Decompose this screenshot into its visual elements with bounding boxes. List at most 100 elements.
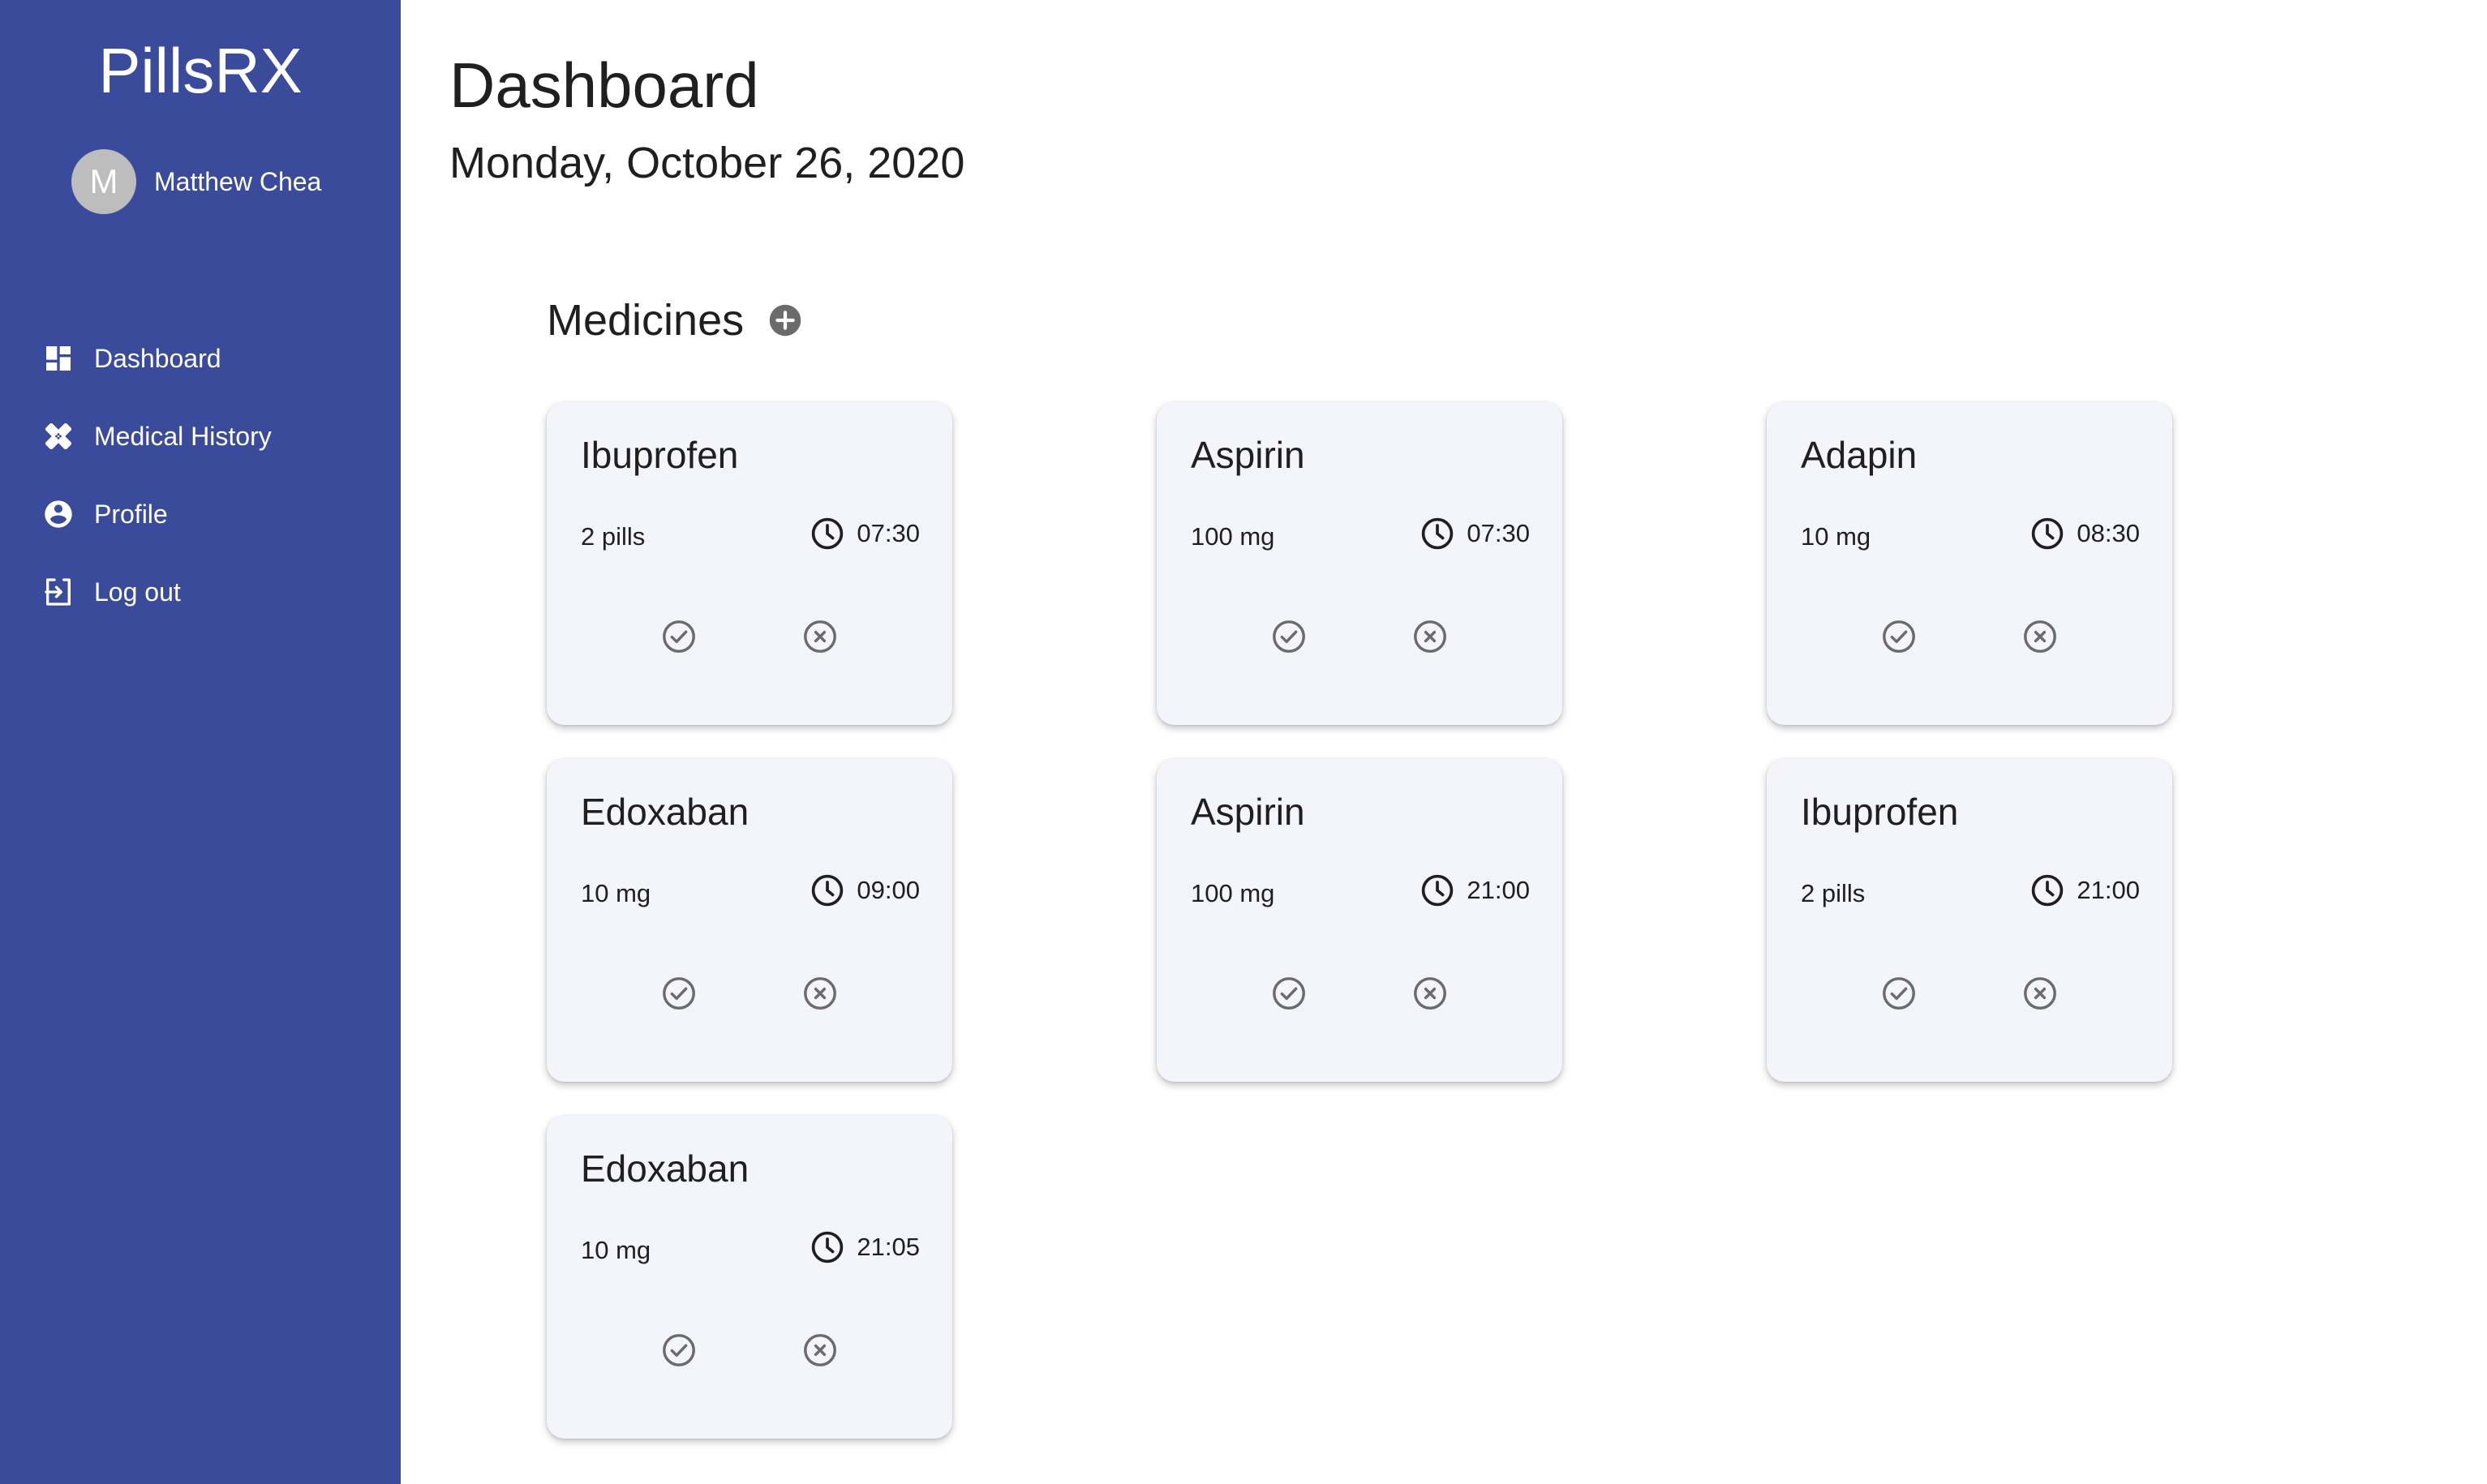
- medicine-name: Adapin: [1801, 434, 1918, 476]
- avatar: M: [71, 149, 136, 214]
- check-circle-icon: [1273, 977, 1305, 1010]
- medicine-name: Aspirin: [1191, 434, 1305, 476]
- card-actions: [1157, 975, 1562, 1012]
- medicines-header: Medicines: [547, 295, 802, 345]
- dashboard-icon: [42, 342, 75, 375]
- medicine-dose: 10 mg: [581, 1236, 651, 1264]
- clock-icon: [2030, 873, 2065, 908]
- mark-taken-button[interactable]: [660, 975, 698, 1012]
- medicine-dose: 100 mg: [1191, 879, 1275, 907]
- user-name: Matthew Chea: [154, 166, 322, 196]
- medicine-card: Ibuprofen 2 pills 07:30: [547, 402, 952, 725]
- check-circle-icon: [663, 977, 695, 1010]
- medicine-grid: Ibuprofen 2 pills 07:30 Aspirin 100 mg 0…: [547, 402, 2172, 1439]
- medicine-time: 07:30: [810, 516, 920, 551]
- user-info: M Matthew Chea: [71, 149, 321, 214]
- clock-icon: [1420, 873, 1455, 908]
- card-actions: [1767, 975, 2172, 1012]
- medicine-time: 21:00: [1420, 873, 1530, 908]
- card-actions: [547, 975, 952, 1012]
- mark-taken-button[interactable]: [1270, 618, 1308, 655]
- medicine-time-value: 09:00: [857, 876, 920, 904]
- medicine-time-value: 21:00: [2077, 876, 2140, 904]
- page-date: Monday, October 26, 2020: [449, 139, 965, 187]
- cancel-circle-icon: [804, 1334, 836, 1366]
- check-circle-icon: [1273, 620, 1305, 653]
- mark-taken-button[interactable]: [660, 618, 698, 655]
- mark-taken-button[interactable]: [660, 1332, 698, 1369]
- sidebar-item-logout[interactable]: Log out: [42, 553, 272, 631]
- check-circle-icon: [663, 620, 695, 653]
- sidebar-item-profile[interactable]: Profile: [42, 475, 272, 553]
- mark-skipped-button[interactable]: [801, 618, 839, 655]
- check-circle-icon: [1883, 977, 1915, 1010]
- main-content: Dashboard Monday, October 26, 2020 Medic…: [401, 0, 2487, 1484]
- mark-taken-button[interactable]: [1880, 618, 1918, 655]
- medicine-time: 21:05: [810, 1229, 920, 1265]
- cancel-circle-icon: [804, 620, 836, 653]
- medicine-name: Ibuprofen: [1801, 791, 1959, 833]
- add-circle-icon: [769, 304, 801, 337]
- medicine-dose: 2 pills: [581, 522, 646, 551]
- medicine-time-value: 21:00: [1467, 876, 1530, 904]
- medicine-name: Ibuprofen: [581, 434, 739, 476]
- card-actions: [547, 618, 952, 655]
- sidebar-item-medical-history[interactable]: Medical History: [42, 397, 272, 475]
- check-circle-icon: [1883, 620, 1915, 653]
- card-actions: [547, 1332, 952, 1369]
- sidebar-item-label: Profile: [94, 499, 168, 529]
- medicine-time-value: 07:30: [1467, 519, 1530, 547]
- medicine-name: Aspirin: [1191, 791, 1305, 833]
- medicine-dose: 10 mg: [1801, 522, 1871, 551]
- medicine-card: Adapin 10 mg 08:30: [1767, 402, 2172, 725]
- cancel-circle-icon: [2024, 620, 2056, 653]
- mark-skipped-button[interactable]: [2021, 618, 2059, 655]
- sidebar-nav: Dashboard Medical History Profile Log ou…: [42, 320, 272, 631]
- mark-skipped-button[interactable]: [1411, 975, 1449, 1012]
- cancel-circle-icon: [1414, 620, 1446, 653]
- sidebar-item-dashboard[interactable]: Dashboard: [42, 320, 272, 397]
- medicine-time: 09:00: [810, 873, 920, 908]
- mark-skipped-button[interactable]: [801, 975, 839, 1012]
- medicine-time: 08:30: [2030, 516, 2140, 551]
- medicine-time-value: 21:05: [857, 1233, 920, 1261]
- clock-icon: [2030, 516, 2065, 551]
- medicine-time-value: 07:30: [857, 519, 920, 547]
- cancel-circle-icon: [1414, 977, 1446, 1010]
- medicine-time-value: 08:30: [2077, 519, 2140, 547]
- mark-skipped-button[interactable]: [1411, 618, 1449, 655]
- clock-icon: [810, 1229, 845, 1265]
- medicine-name: Edoxaban: [581, 791, 750, 833]
- medicine-dose: 2 pills: [1801, 879, 1866, 907]
- medicine-time: 21:00: [2030, 873, 2140, 908]
- clock-icon: [810, 516, 845, 551]
- medicine-card: Aspirin 100 mg 07:30: [1157, 402, 1562, 725]
- sidebar: PillsRX M Matthew Chea Dashboard Medical…: [0, 0, 401, 1484]
- medicine-card: Aspirin 100 mg 21:00: [1157, 759, 1562, 1082]
- sidebar-item-label: Dashboard: [94, 343, 221, 373]
- add-medicine-button[interactable]: [768, 303, 802, 337]
- mark-taken-button[interactable]: [1880, 975, 1918, 1012]
- clock-icon: [1420, 516, 1455, 551]
- medicine-dose: 10 mg: [581, 879, 651, 907]
- medicine-card: Edoxaban 10 mg 09:00: [547, 759, 952, 1082]
- clock-icon: [810, 873, 845, 908]
- card-actions: [1767, 618, 2172, 655]
- page-title: Dashboard: [449, 49, 759, 121]
- check-circle-icon: [663, 1334, 695, 1366]
- cancel-circle-icon: [804, 977, 836, 1010]
- medicine-card: Edoxaban 10 mg 21:05: [547, 1116, 952, 1439]
- medicine-name: Edoxaban: [581, 1147, 750, 1190]
- medicine-time: 07:30: [1420, 516, 1530, 551]
- logout-icon: [42, 576, 75, 608]
- app-logo: PillsRX: [98, 35, 303, 106]
- mark-taken-button[interactable]: [1270, 975, 1308, 1012]
- medicine-dose: 100 mg: [1191, 522, 1275, 551]
- sidebar-item-label: Medical History: [94, 421, 272, 451]
- sidebar-item-label: Log out: [94, 577, 181, 607]
- mark-skipped-button[interactable]: [2021, 975, 2059, 1012]
- mark-skipped-button[interactable]: [801, 1332, 839, 1369]
- medicine-card: Ibuprofen 2 pills 21:00: [1767, 759, 2172, 1082]
- section-title: Medicines: [547, 296, 745, 345]
- card-actions: [1157, 618, 1562, 655]
